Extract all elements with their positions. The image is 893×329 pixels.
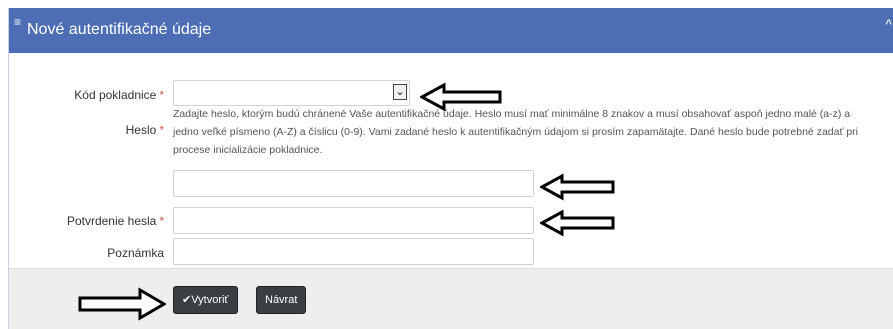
note-input[interactable] [173, 238, 534, 265]
password-help-text: Zadajte heslo, ktorým budú chránené Vaše… [173, 108, 858, 156]
required-mark: * [159, 88, 164, 102]
back-button[interactable]: Návrat [256, 286, 307, 314]
password-confirm-label: Potvrdenie hesla * [67, 214, 164, 228]
chevron-down-icon[interactable]: ⌄ [393, 84, 407, 100]
cash-register-label-text: Kód pokladnice [74, 88, 157, 102]
annotation-arrow-right-icon [78, 287, 166, 321]
panel-title: Nové autentifikačné údaje [27, 21, 212, 38]
create-button-label: Vytvoriť [191, 294, 229, 306]
note-label-text: Poznámka [107, 246, 164, 260]
create-button[interactable]: ✔Vytvoriť [173, 286, 238, 314]
password-label-text: Heslo [125, 123, 157, 137]
annotation-arrow-left-icon [540, 173, 615, 201]
cash-register-select[interactable]: ⌄ [173, 80, 410, 106]
note-label: Poznámka [107, 246, 164, 260]
form-panel: ≡ Nové autentifikačné údaje ^ Kód poklad… [8, 8, 893, 329]
required-mark: * [159, 123, 164, 137]
password-confirm-label-text: Potvrdenie hesla [66, 214, 157, 228]
menu-icon: ≡ [14, 15, 22, 29]
check-icon: ✔ [182, 294, 192, 306]
annotation-arrow-left-icon [420, 82, 502, 112]
required-mark: * [159, 214, 164, 228]
panel-header: ≡ Nové autentifikačné údaje ^ [9, 8, 893, 53]
cash-register-label: Kód pokladnice * [74, 88, 164, 102]
password-confirm-input[interactable] [173, 207, 534, 234]
password-label: Heslo * [126, 123, 164, 137]
collapse-icon[interactable]: ^ [885, 17, 892, 31]
password-input[interactable] [173, 170, 534, 197]
annotation-arrow-left-icon [540, 209, 615, 237]
